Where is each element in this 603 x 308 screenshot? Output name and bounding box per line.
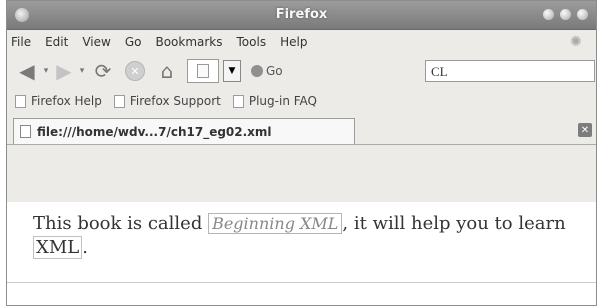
menu-bookmarks[interactable]: Bookmarks — [155, 35, 222, 49]
reload-button[interactable]: ⟳ — [87, 59, 119, 83]
home-button[interactable]: ⌂ — [151, 59, 183, 83]
go-button[interactable]: Go — [251, 64, 283, 78]
stop-icon: ✕ — [125, 61, 145, 81]
xml-term: XML — [33, 236, 83, 259]
status-divider — [7, 282, 596, 283]
bookmark-label: Firefox Help — [31, 94, 102, 108]
menu-view[interactable]: View — [82, 35, 110, 49]
window-title: Firefox — [275, 7, 328, 22]
menu-bar: File Edit View Go Bookmarks Tools Help ✺ — [7, 30, 596, 54]
menu-file[interactable]: File — [11, 35, 31, 49]
back-button[interactable]: ◀ — [13, 59, 41, 83]
location-bar[interactable] — [187, 59, 219, 83]
bookmark-page-icon — [113, 94, 125, 108]
page-content: This book is called Beginning XML, it wi… — [7, 202, 596, 305]
tab-current[interactable]: file:///home/wdv...7/ch17_eg02.xml — [13, 118, 355, 144]
back-arrow-icon: ◀ — [19, 59, 35, 83]
maximize-icon[interactable] — [560, 9, 571, 20]
location-dropdown[interactable]: ▼ — [223, 60, 241, 82]
go-label: Go — [266, 64, 283, 78]
bookmark-firefox-help[interactable]: Firefox Help — [15, 94, 102, 108]
page-icon — [197, 64, 209, 78]
bookmark-page-icon — [232, 94, 244, 108]
tab-title: file:///home/wdv...7/ch17_eg02.xml — [37, 124, 272, 139]
title-bar: Firefox — [7, 1, 596, 30]
reload-icon: ⟳ — [94, 59, 112, 83]
text-before: This book is called — [33, 213, 209, 234]
home-icon: ⌂ — [160, 59, 174, 83]
forward-history-dropdown[interactable]: ▾ — [77, 66, 87, 76]
menu-edit[interactable]: Edit — [45, 35, 68, 49]
text-after: . — [82, 237, 88, 258]
go-icon — [251, 65, 263, 77]
menu-help[interactable]: Help — [280, 35, 307, 49]
close-tab-button[interactable]: ✕ — [578, 123, 592, 137]
navigation-toolbar: ◀ ▾ ▶ ▾ ⟳ ✕ ⌂ ▼ Go CL — [7, 54, 596, 88]
bookmarks-toolbar: Firefox Help Firefox Support Plug-in FAQ — [7, 88, 596, 114]
bookmark-label: Firefox Support — [129, 94, 221, 108]
tab-page-icon — [20, 125, 31, 138]
text-middle: , it will help you to learn — [342, 213, 566, 234]
menu-tools[interactable]: Tools — [237, 35, 267, 49]
menu-go[interactable]: Go — [125, 35, 142, 49]
bookmark-firefox-support[interactable]: Firefox Support — [113, 94, 221, 108]
close-icon: ✕ — [580, 124, 590, 136]
search-input[interactable]: CL — [425, 60, 595, 82]
browser-window: Firefox File Edit View Go Bookmarks Tool… — [6, 0, 597, 306]
bookmark-plugin-faq[interactable]: Plug-in FAQ — [232, 94, 317, 108]
stop-button[interactable]: ✕ — [119, 61, 151, 81]
forward-arrow-icon: ▶ — [56, 59, 72, 83]
bookmark-page-icon — [15, 94, 26, 108]
close-icon[interactable] — [577, 9, 588, 20]
book-title: Beginning XML — [208, 213, 343, 234]
throbber-icon: ✺ — [570, 34, 582, 50]
forward-button[interactable]: ▶ — [51, 59, 77, 83]
window-controls — [543, 9, 588, 20]
back-history-dropdown[interactable]: ▾ — [41, 66, 51, 76]
chevron-down-icon: ▼ — [228, 66, 236, 76]
minimize-icon[interactable] — [543, 9, 554, 20]
bookmark-label: Plug-in FAQ — [248, 94, 317, 108]
content-paragraph: This book is called Beginning XML, it wi… — [33, 212, 573, 260]
tab-bar: file:///home/wdv...7/ch17_eg02.xml ✕ — [7, 114, 596, 145]
